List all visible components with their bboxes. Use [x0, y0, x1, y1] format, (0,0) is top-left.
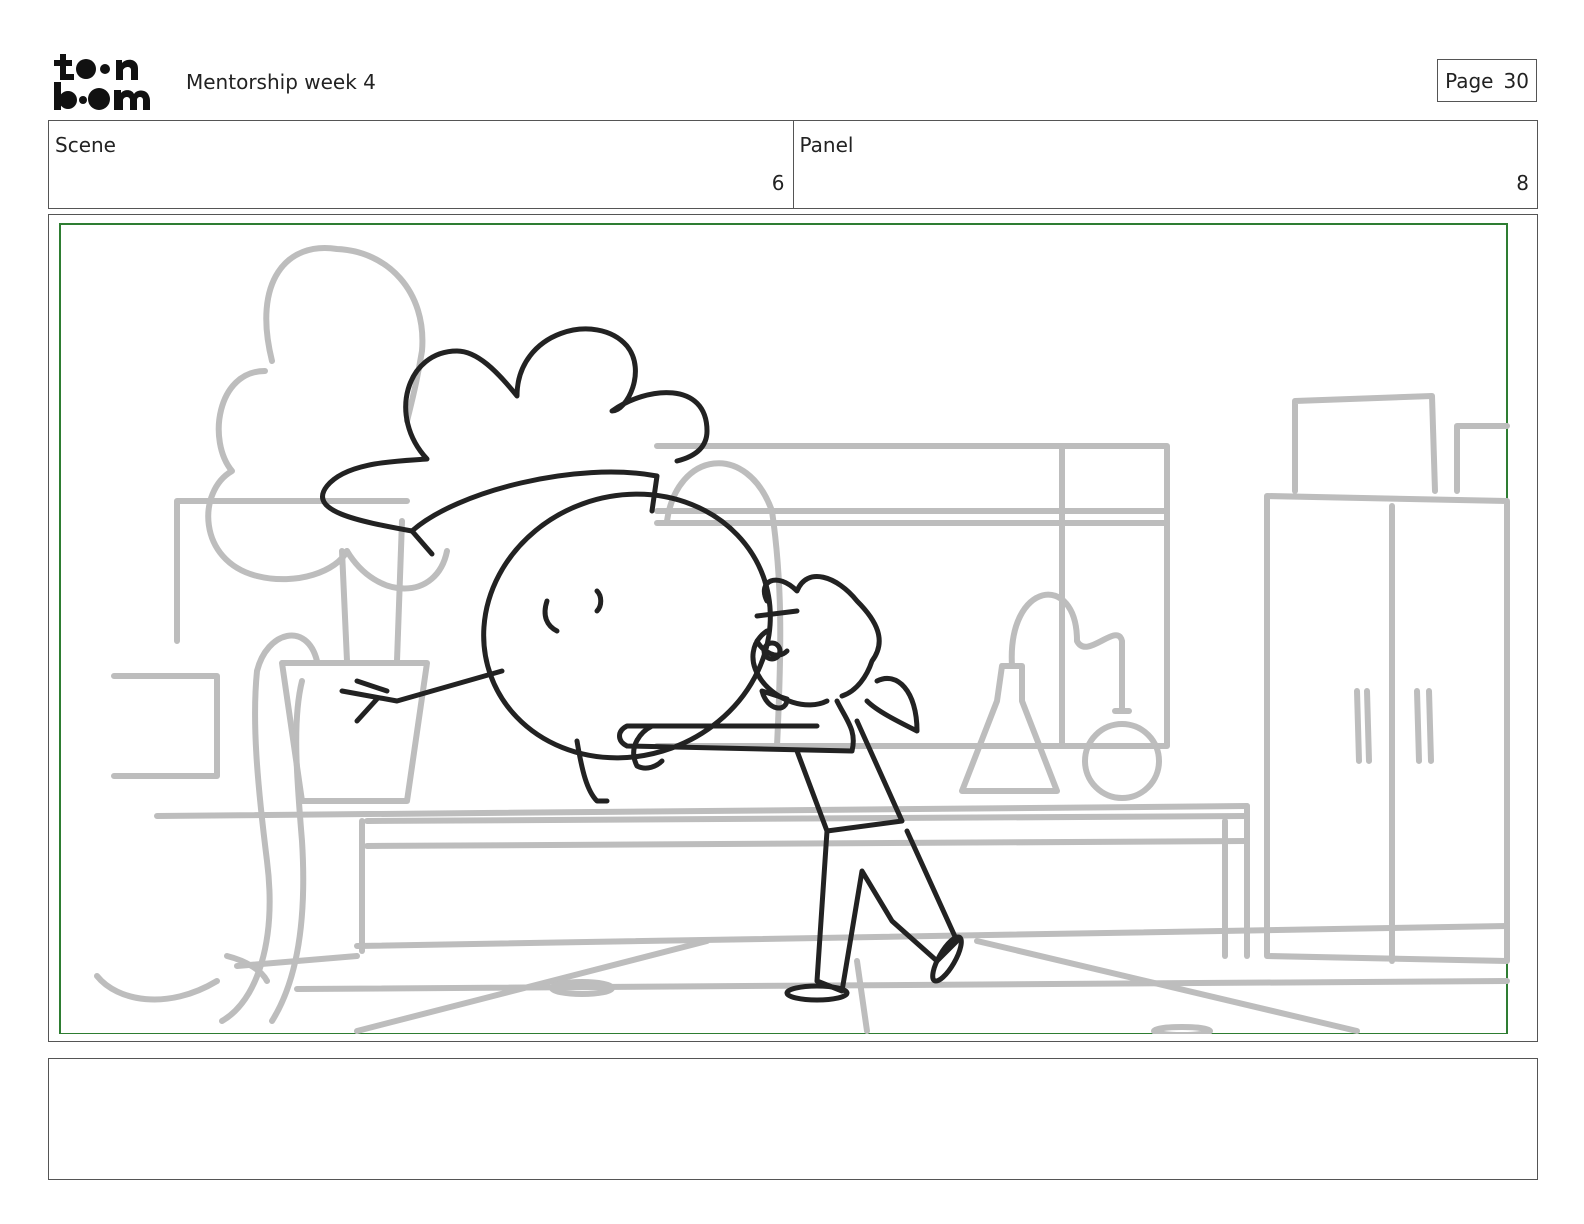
page-number: 30 [1503, 68, 1529, 93]
panel-value: 8 [1516, 171, 1529, 195]
scene-panel-row: Scene 6 Panel 8 [48, 120, 1538, 209]
panel-label: Panel [799, 133, 854, 157]
safe-frame [59, 223, 1508, 1034]
panel-notes-box [48, 1058, 1538, 1180]
scene-value: 6 [771, 171, 785, 195]
toon-boom-logo [54, 54, 150, 110]
storyboard-drawing [59, 223, 1510, 1034]
document-title: Mentorship week 4 [186, 70, 376, 94]
page-number-box: Page 30 [1437, 59, 1537, 102]
background-sketch [94, 245, 1510, 1034]
scene-cell: Scene 6 [49, 121, 793, 208]
page-label: Page [1445, 68, 1494, 93]
panel-cell: Panel 8 [792, 121, 1538, 208]
storyboard-panel [48, 214, 1538, 1042]
scene-label: Scene [55, 133, 116, 157]
